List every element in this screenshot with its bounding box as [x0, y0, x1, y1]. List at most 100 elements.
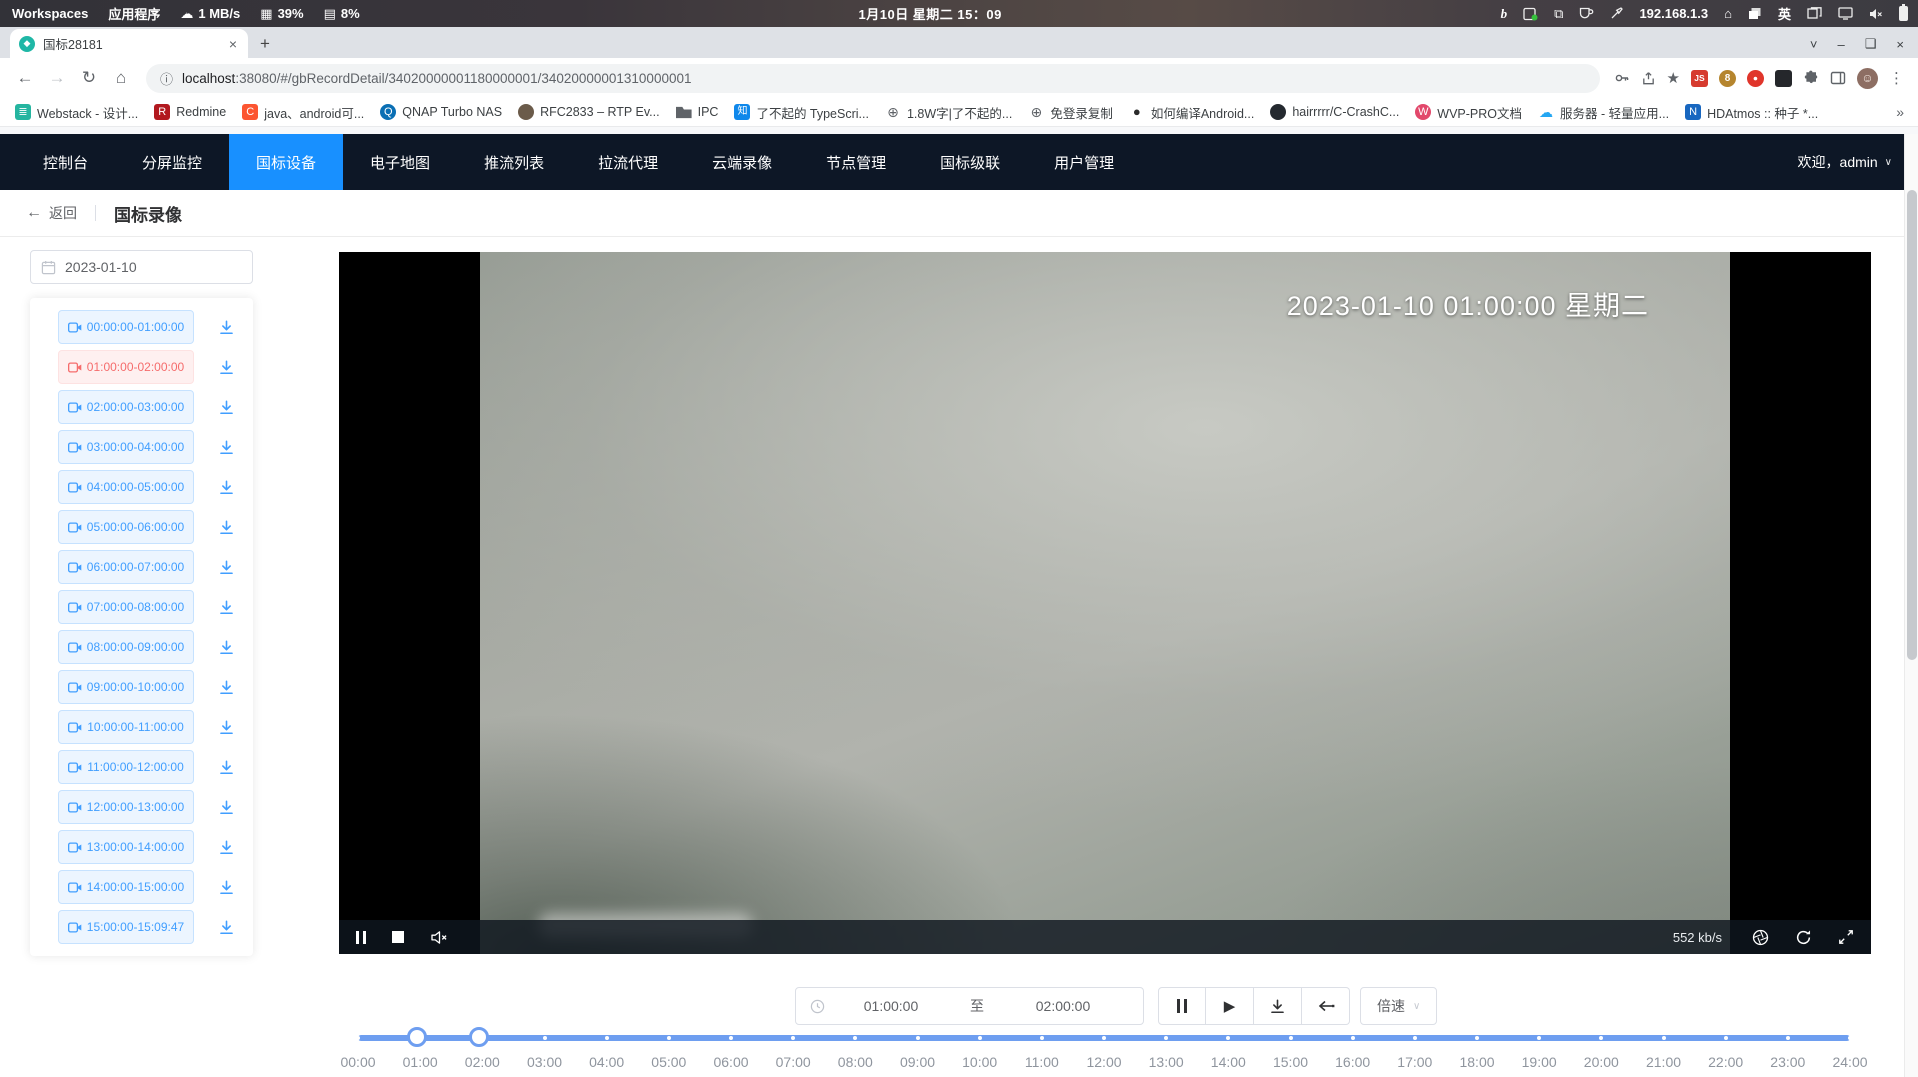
fullscreen-icon[interactable] — [1838, 929, 1854, 945]
bookmark-item[interactable]: N HDAtmos :: 种子 *... — [1678, 100, 1825, 125]
adblock-extension-icon[interactable]: ● — [1747, 70, 1764, 87]
bookmark-item[interactable]: RFC2833 – RTP Ev... — [511, 101, 667, 123]
share-icon[interactable] — [1641, 71, 1656, 86]
nav-tab[interactable]: 用户管理 — [1027, 134, 1141, 190]
segment-download-button[interactable] — [218, 919, 235, 936]
date-picker-input[interactable]: 2023-01-10 — [30, 250, 253, 284]
timeline-stop[interactable] — [356, 1036, 360, 1040]
segment-download-button[interactable] — [218, 559, 235, 576]
segment-play-button[interactable]: 03:00:00-04:00:00 — [58, 430, 194, 464]
segment-play-button[interactable]: 10:00:00-11:00:00 — [58, 710, 194, 744]
clock[interactable]: 1月10日 星期二 15：09 — [360, 4, 1501, 23]
time-range-input[interactable]: 01:00:00 至 02:00:00 — [795, 987, 1144, 1025]
battery-icon[interactable] — [1899, 6, 1908, 21]
segment-download-button[interactable] — [218, 759, 235, 776]
segment-play-button[interactable]: 00:00:00-01:00:00 — [58, 310, 194, 344]
segment-play-button[interactable]: 13:00:00-14:00:00 — [58, 830, 194, 864]
extension-badge-icon[interactable]: 8 — [1719, 70, 1736, 87]
segment-play-button[interactable]: 09:00:00-10:00:00 — [58, 670, 194, 704]
segment-download-button[interactable] — [218, 679, 235, 696]
segment-download-button[interactable] — [218, 839, 235, 856]
bookmark-item[interactable]: 知 了不起的 TypeScri... — [727, 100, 876, 125]
segment-download-button[interactable] — [218, 319, 235, 336]
segment-play-button[interactable]: 08:00:00-09:00:00 — [58, 630, 194, 664]
bookmark-item[interactable]: R Redmine — [147, 101, 233, 123]
profile-avatar[interactable]: ☺ — [1857, 68, 1878, 89]
timeline-stop[interactable] — [1786, 1036, 1790, 1040]
download-button[interactable] — [1254, 987, 1302, 1025]
segment-download-button[interactable] — [218, 479, 235, 496]
timeline-stop[interactable] — [1662, 1036, 1666, 1040]
timeline-stop[interactable] — [1475, 1036, 1479, 1040]
back-link[interactable]: ← 返回 — [26, 203, 77, 223]
display-tray-icon[interactable] — [1838, 7, 1853, 20]
tab-close-button[interactable]: × — [227, 36, 239, 52]
nav-tab[interactable]: 电子地图 — [343, 134, 457, 190]
window-minimize-button[interactable]: – — [1838, 37, 1845, 52]
bookmarks-overflow-button[interactable]: » — [1896, 104, 1918, 120]
bookmark-item[interactable]: ≣ Webstack - 设计... — [8, 100, 145, 125]
segment-play-button[interactable]: 15:00:00-15:09:47 — [58, 910, 194, 944]
timeline-stop[interactable] — [543, 1036, 547, 1040]
segment-play-button[interactable]: 04:00:00-05:00:00 — [58, 470, 194, 504]
timeline-handle[interactable] — [407, 1027, 427, 1047]
timeline[interactable]: 00:0001:0002:0003:0004:0005:0006:0007:00… — [358, 1026, 1850, 1077]
start-time-value[interactable]: 01:00:00 — [825, 998, 957, 1014]
timeline-handle[interactable] — [469, 1027, 489, 1047]
segment-download-button[interactable] — [218, 399, 235, 416]
extensions-puzzle-icon[interactable] — [1803, 70, 1819, 86]
bookmark-item[interactable]: IPC — [669, 101, 726, 123]
bookmark-item[interactable]: ⊕ 1.8W字|了不起的... — [878, 100, 1019, 125]
clipboard-tray-icon[interactable]: ⧉ — [1554, 7, 1563, 20]
snapshot-shutter-icon[interactable] — [1752, 929, 1769, 946]
color-picker-icon[interactable] — [1610, 7, 1623, 20]
back-button[interactable]: ← — [10, 63, 40, 93]
bookmark-item[interactable]: C java、android可... — [235, 100, 371, 125]
input-method-indicator[interactable]: 英 — [1778, 4, 1791, 23]
seek-back-button[interactable] — [1302, 987, 1350, 1025]
applications-menu[interactable]: 应用程序 — [108, 4, 160, 23]
screenshot-tray-icon[interactable] — [1523, 7, 1538, 21]
nav-tab[interactable]: 拉流代理 — [571, 134, 685, 190]
js-extension-icon[interactable]: JS — [1691, 70, 1708, 87]
timeline-stop[interactable] — [978, 1036, 982, 1040]
search-tray-icon[interactable]: b — [1501, 7, 1508, 20]
segment-play-button[interactable]: 06:00:00-07:00:00 — [58, 550, 194, 584]
window-switcher-icon[interactable] — [1807, 7, 1822, 20]
timeline-stop[interactable] — [1413, 1036, 1417, 1040]
browser-tab[interactable]: ◆ 国标28181 × — [10, 29, 248, 58]
nav-tab[interactable]: 国标级联 — [913, 134, 1027, 190]
nav-tab[interactable]: 分屏监控 — [115, 134, 229, 190]
segment-download-button[interactable] — [218, 719, 235, 736]
segment-download-button[interactable] — [218, 639, 235, 656]
segment-download-button[interactable] — [218, 359, 235, 376]
bookmark-star-icon[interactable]: ★ — [1667, 69, 1680, 87]
segment-download-button[interactable] — [218, 799, 235, 816]
timeline-stop[interactable] — [916, 1036, 920, 1040]
timeline-stop[interactable] — [1289, 1036, 1293, 1040]
video-player[interactable]: 2023-01-10 01:00:00 星期二 552 kb/s — [339, 252, 1871, 954]
tab-search-chevron-icon[interactable]: ˅ — [1810, 37, 1818, 52]
nav-tab[interactable]: 推流列表 — [457, 134, 571, 190]
player-volume-muted-icon[interactable] — [430, 930, 449, 945]
segment-play-button[interactable]: 05:00:00-06:00:00 — [58, 510, 194, 544]
password-key-icon[interactable] — [1614, 70, 1630, 86]
dark-extension-icon[interactable] — [1775, 70, 1792, 87]
bookmark-item[interactable]: ⊕ 免登录复制 — [1021, 100, 1120, 125]
segment-play-button[interactable]: 12:00:00-13:00:00 — [58, 790, 194, 824]
nav-tab[interactable]: 云端录像 — [685, 134, 799, 190]
segment-play-button[interactable]: 11:00:00-12:00:00 — [58, 750, 194, 784]
timeline-stop[interactable] — [1040, 1036, 1044, 1040]
timeline-stop[interactable] — [729, 1036, 733, 1040]
coffee-cup-icon[interactable] — [1579, 7, 1594, 20]
home-button[interactable]: ⌂ — [106, 63, 136, 93]
volume-muted-tray-icon[interactable] — [1869, 8, 1883, 20]
timeline-stop[interactable] — [1724, 1036, 1728, 1040]
speed-dropdown[interactable]: 倍速 ∨ — [1360, 987, 1437, 1025]
windows-overlap-icon[interactable] — [1748, 7, 1762, 20]
new-tab-button[interactable]: + — [260, 34, 270, 54]
segment-play-button[interactable]: 02:00:00-03:00:00 — [58, 390, 194, 424]
home-tray-icon[interactable]: ⌂ — [1724, 7, 1732, 20]
memory-usage-indicator[interactable]: ▤ 8% — [324, 6, 360, 21]
player-stop-icon[interactable] — [392, 931, 404, 943]
